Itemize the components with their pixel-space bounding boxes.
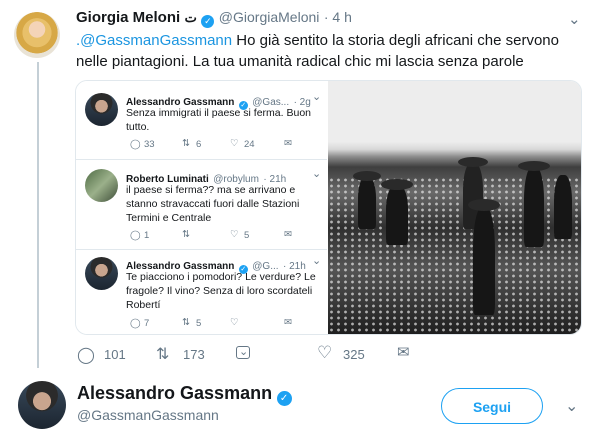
embedded-like-icon: ♡: [230, 229, 239, 240]
figure-silhouette: [524, 167, 544, 247]
suggested-user-name[interactable]: Alessandro Gassmann: [77, 383, 272, 403]
like-icon[interactable]: ♡: [317, 343, 332, 363]
embedded-like-icon: ♡: [230, 138, 239, 149]
embedded-reply-icon: ◯: [130, 318, 141, 329]
historical-cotton-field-photo: [328, 81, 581, 334]
figure-silhouette: [358, 177, 376, 229]
chevron-down-icon: ⌄: [312, 255, 322, 267]
embedded-avatar: [85, 93, 118, 126]
embedded-text: il paese si ferma?? ma se arrivano e sta…: [126, 184, 300, 224]
retweet-count: 173: [183, 347, 205, 362]
verified-badge-icon: ✓: [276, 391, 292, 406]
embedded-reply-icon: ◯: [130, 139, 141, 150]
embedded-dm-icon: ✉: [284, 229, 292, 240]
suggested-user-name-row: Alessandro Gassmann ✓: [77, 383, 292, 406]
divider: [76, 249, 327, 250]
suggested-user-avatar[interactable]: [18, 381, 66, 429]
like-count: 325: [343, 347, 365, 362]
tweet-header: Giorgia Meloni ت ✓ @GiorgiaMeloni · 4 h: [76, 9, 352, 28]
suggested-user-handle[interactable]: @GassmanGassmann: [77, 407, 219, 423]
hat-shape: [381, 179, 413, 190]
hat-shape: [458, 157, 488, 167]
hat-shape: [468, 199, 500, 211]
author-name-emoji: ت: [184, 10, 197, 25]
embedded-retweet-count: 6: [196, 139, 202, 150]
author-name[interactable]: Giorgia Meloni: [76, 9, 180, 26]
embedded-text: Senza immigrati il paese si ferma. Buon …: [126, 107, 311, 133]
thread-connector-line: [37, 62, 39, 368]
tweet-menu-chevron-icon[interactable]: ⌄: [568, 10, 581, 28]
embedded-avatar: [85, 257, 118, 290]
embedded-retweet-icon: ⇅: [182, 138, 190, 149]
retweet-icon[interactable]: ⇅: [156, 344, 169, 364]
divider: [76, 159, 327, 160]
embedded-reply-count: 7: [144, 318, 150, 329]
reply-icon[interactable]: ◯: [77, 345, 95, 365]
tweet-time[interactable]: · 4 h: [324, 9, 352, 25]
embedded-reply-count: 1: [144, 230, 150, 241]
chevron-down-icon[interactable]: ⌄: [565, 396, 578, 416]
verified-badge-icon: ✓: [201, 15, 215, 28]
mention-link[interactable]: .@GassmanGassmann: [76, 32, 232, 49]
hat-shape: [518, 161, 550, 171]
chevron-down-icon: ⌄: [312, 168, 322, 180]
direct-message-icon[interactable]: ✉: [397, 343, 410, 361]
reply-count: 101: [104, 347, 126, 362]
author-handle[interactable]: @GiorgiaMeloni: [219, 9, 320, 25]
author-avatar[interactable]: [14, 12, 60, 58]
embedded-dm-icon: ✉: [284, 317, 292, 328]
follow-button[interactable]: Segui: [441, 388, 543, 424]
chevron-down-icon[interactable]: ⌄: [239, 345, 248, 358]
figure-silhouette: [473, 207, 495, 315]
embedded-like-count: 24: [244, 139, 255, 150]
embedded-avatar: [85, 169, 118, 202]
embedded-screenshot: Alessandro Gassmann ✓ @Gas... · 2g ⌄ Sen…: [76, 81, 327, 334]
embedded-reply-count: 33: [144, 139, 155, 150]
embedded-dm-icon: ✉: [284, 138, 292, 149]
embedded-retweet-icon: ⇅: [182, 229, 190, 240]
embedded-reply-icon: ◯: [130, 230, 141, 241]
figure-silhouette: [386, 185, 408, 245]
figure-silhouette: [554, 175, 572, 239]
embedded-like-count: 5: [244, 230, 250, 241]
embedded-retweet-count: 5: [196, 318, 202, 329]
tweet-text: .@GassmanGassmann Ho già sentito la stor…: [76, 30, 586, 72]
embedded-text: Te piacciono i pomodori? Le verdure? Le …: [126, 271, 316, 311]
embedded-like-icon: ♡: [230, 317, 239, 328]
hat-shape: [353, 171, 381, 181]
chevron-down-icon: ⌄: [312, 91, 322, 103]
tweet-media[interactable]: Alessandro Gassmann ✓ @Gas... · 2g ⌄ Sen…: [75, 80, 582, 335]
embedded-retweet-icon: ⇅: [182, 317, 190, 328]
